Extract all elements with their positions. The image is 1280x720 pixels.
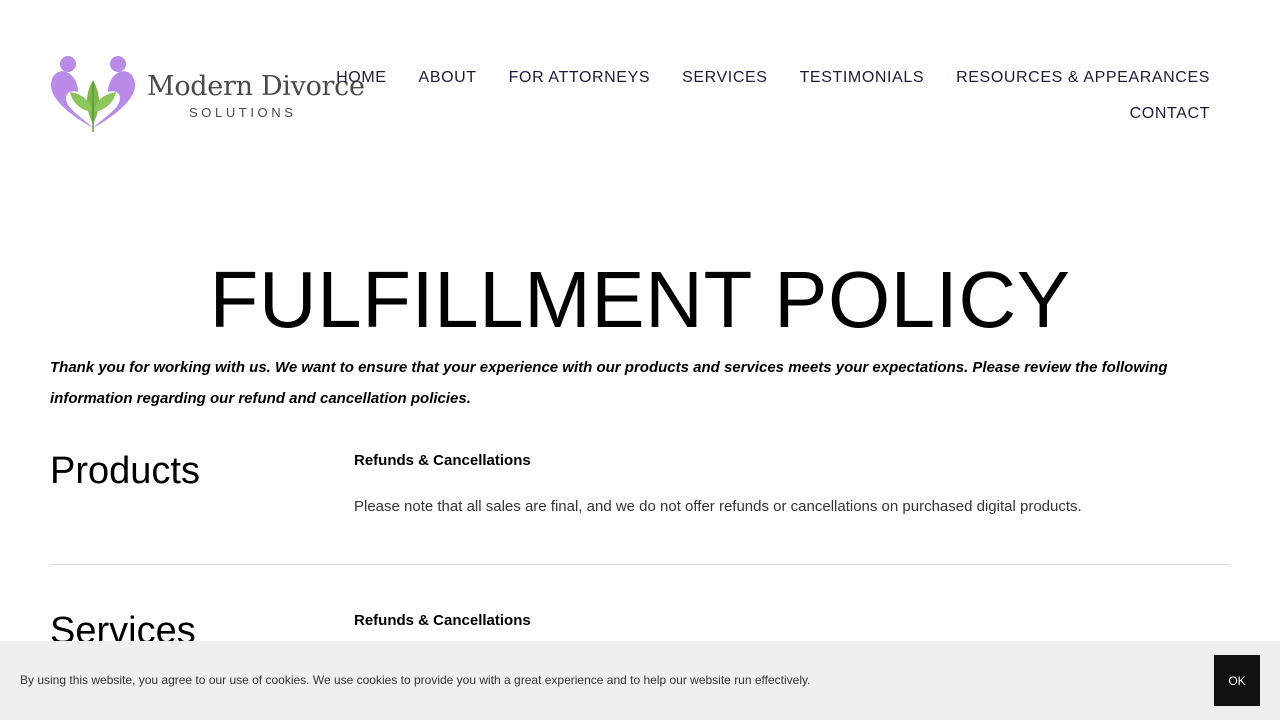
intro-text: Thank you for working with us. We want t…	[50, 359, 1168, 407]
cookie-notice-text: By using this website, you agree to our …	[20, 673, 811, 687]
nav-item-about[interactable]: ABOUT	[419, 69, 477, 87]
nav-item-resources-appearances[interactable]: RESOURCES & APPEARANCES	[956, 69, 1210, 87]
nav-row-secondary: CONTACT	[330, 96, 1210, 132]
main-nav: HOME ABOUT FOR ATTORNEYS SERVICES TESTIM…	[330, 60, 1210, 132]
logo-subtitle: SOLUTIONS	[189, 105, 297, 120]
site-logo[interactable]: Modern Divorce SOLUTIONS	[48, 52, 365, 136]
section-subheading-products: Refunds & Cancellations	[354, 452, 531, 469]
logo-heart-leaf-icon	[50, 56, 136, 132]
nav-row-primary: HOME ABOUT FOR ATTORNEYS SERVICES TESTIM…	[330, 60, 1210, 96]
nav-item-services[interactable]: SERVICES	[682, 69, 767, 87]
page-title: FULFILLMENT POLICY	[209, 255, 1071, 344]
section-divider	[50, 564, 1230, 565]
nav-item-contact[interactable]: CONTACT	[1130, 105, 1210, 123]
section-heading-products: Products	[50, 450, 200, 492]
nav-item-testimonials[interactable]: TESTIMONIALS	[800, 69, 925, 87]
page: Modern Divorce SOLUTIONS HOME ABOUT FOR …	[0, 0, 1280, 720]
section-body-products: Please note that all sales are final, an…	[354, 498, 1082, 515]
nav-item-for-attorneys[interactable]: FOR ATTORNEYS	[509, 69, 650, 87]
nav-item-home[interactable]: HOME	[336, 69, 386, 87]
section-subheading-services: Refunds & Cancellations	[354, 612, 531, 629]
cookie-ok-button[interactable]: OK	[1214, 655, 1260, 706]
cookie-banner: By using this website, you agree to our …	[0, 641, 1280, 720]
